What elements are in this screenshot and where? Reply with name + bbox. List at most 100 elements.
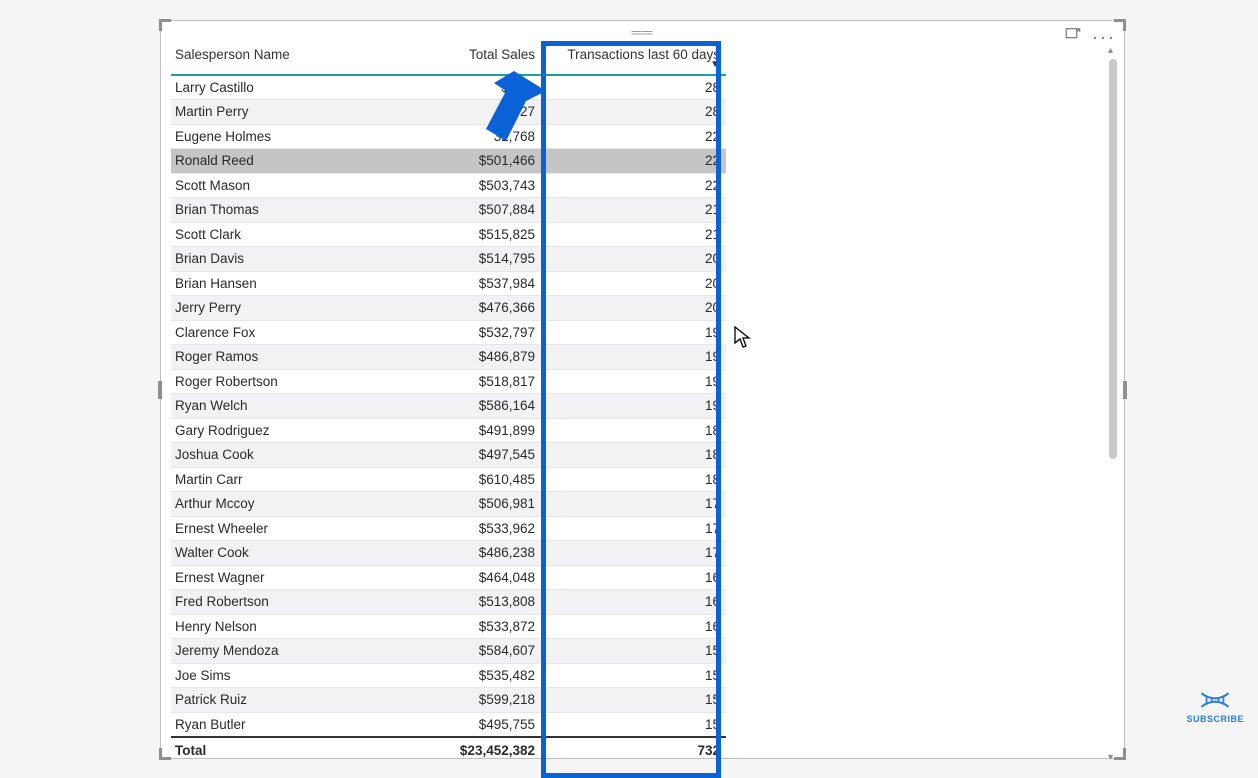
cell-sales[interactable]: $486,879 <box>381 345 541 370</box>
cell-sales[interactable]: $599,218 <box>381 688 541 713</box>
cell-name[interactable]: Jeremy Mendoza <box>171 639 381 664</box>
cell-sales[interactable]: $464,048 <box>381 565 541 590</box>
cell-transactions[interactable]: 15 <box>541 688 726 713</box>
resize-handle-left[interactable] <box>158 381 162 399</box>
cell-sales[interactable]: $486,238 <box>381 541 541 566</box>
cell-transactions[interactable]: 20 <box>541 271 726 296</box>
cell-transactions[interactable]: 20 <box>541 247 726 272</box>
cell-name[interactable]: Scott Mason <box>171 173 381 198</box>
table-row[interactable]: Jeremy Mendoza$584,60715 <box>171 639 726 664</box>
cell-transactions[interactable]: 28 <box>541 100 726 125</box>
cell-sales[interactable]: $533,872 <box>381 614 541 639</box>
cell-name[interactable]: Ronald Reed <box>171 149 381 174</box>
resize-handle-tl[interactable] <box>159 19 171 31</box>
resize-handle-right[interactable] <box>1123 381 1127 399</box>
cell-transactions[interactable]: 18 <box>541 418 726 443</box>
scroll-up-icon[interactable]: ▴ <box>1108 45 1118 55</box>
resize-handle-bl[interactable] <box>159 748 171 760</box>
cell-name[interactable]: Jerry Perry <box>171 296 381 321</box>
cell-transactions[interactable]: 19 <box>541 369 726 394</box>
cell-name[interactable]: Brian Davis <box>171 247 381 272</box>
cell-transactions[interactable]: 19 <box>541 345 726 370</box>
table-row[interactable]: Jerry Perry$476,36620 <box>171 296 726 321</box>
cell-sales[interactable]: $537,984 <box>381 271 541 296</box>
cell-name[interactable]: Fred Robertson <box>171 590 381 615</box>
cell-transactions[interactable]: 17 <box>541 516 726 541</box>
cell-name[interactable]: Roger Robertson <box>171 369 381 394</box>
cell-name[interactable]: Ryan Welch <box>171 394 381 419</box>
cell-transactions[interactable]: 15 <box>541 639 726 664</box>
table-row[interactable]: Walter Cook$486,23817 <box>171 541 726 566</box>
cell-sales[interactable]: $503,743 <box>381 173 541 198</box>
table-row[interactable]: Ernest Wagner$464,04816 <box>171 565 726 590</box>
table-row[interactable]: Scott Clark$515,82521 <box>171 222 726 247</box>
table-row[interactable]: Fred Robertson$513,80816 <box>171 590 726 615</box>
cell-sales[interactable]: $501,466 <box>381 149 541 174</box>
table-row[interactable]: Gary Rodriguez$491,89918 <box>171 418 726 443</box>
cell-sales[interactable]: $ 27 <box>381 100 541 125</box>
cell-transactions[interactable]: 17 <box>541 492 726 517</box>
cell-name[interactable]: Larry Castillo <box>171 75 381 100</box>
cell-transactions[interactable]: 18 <box>541 443 726 468</box>
cell-transactions[interactable]: 19 <box>541 394 726 419</box>
table-row[interactable]: Henry Nelson$533,87216 <box>171 614 726 639</box>
cell-sales[interactable]: $513,808 <box>381 590 541 615</box>
cell-name[interactable]: Joe Sims <box>171 663 381 688</box>
cell-transactions[interactable]: 21 <box>541 198 726 223</box>
cell-transactions[interactable]: 16 <box>541 590 726 615</box>
table-row[interactable]: Patrick Ruiz$599,21815 <box>171 688 726 713</box>
cell-name[interactable]: Brian Hansen <box>171 271 381 296</box>
cell-name[interactable]: Brian Thomas <box>171 198 381 223</box>
cell-sales[interactable]: $533,962 <box>381 516 541 541</box>
table-row[interactable]: Roger Ramos$486,87919 <box>171 345 726 370</box>
cell-transactions[interactable]: 28 <box>541 75 726 100</box>
subscribe-badge[interactable]: SUBSCRIBE <box>1186 688 1244 724</box>
cell-name[interactable]: Martin Perry <box>171 100 381 125</box>
table-row[interactable]: Joshua Cook$497,54518 <box>171 443 726 468</box>
cell-transactions[interactable]: 20 <box>541 296 726 321</box>
table-row[interactable]: Brian Davis$514,79520 <box>171 247 726 272</box>
table-row[interactable]: Clarence Fox$532,79719 <box>171 320 726 345</box>
cell-name[interactable]: Ernest Wheeler <box>171 516 381 541</box>
table-row[interactable]: Martin Carr$610,48518 <box>171 467 726 492</box>
table-row[interactable]: Scott Mason$503,74322 <box>171 173 726 198</box>
table-row[interactable]: Brian Hansen$537,98420 <box>171 271 726 296</box>
cell-transactions[interactable]: 17 <box>541 541 726 566</box>
cell-sales[interactable]: $586,164 <box>381 394 541 419</box>
cell-transactions[interactable]: 22 <box>541 149 726 174</box>
column-header-name[interactable]: Salesperson Name <box>171 43 381 75</box>
table-row[interactable]: Ernest Wheeler$533,96217 <box>171 516 726 541</box>
cell-sales[interactable]: $610,485 <box>381 467 541 492</box>
cell-transactions[interactable]: 18 <box>541 467 726 492</box>
cell-name[interactable]: Gary Rodriguez <box>171 418 381 443</box>
scrollbar-thumb[interactable] <box>1109 59 1117 459</box>
cell-transactions[interactable]: 16 <box>541 614 726 639</box>
cell-name[interactable]: Patrick Ruiz <box>171 688 381 713</box>
table-row[interactable]: Roger Robertson$518,81719 <box>171 369 726 394</box>
table-row[interactable]: Ryan Butler$495,75515 <box>171 712 726 737</box>
cell-sales[interactable]: $483, <box>381 75 541 100</box>
column-header-transactions[interactable]: Transactions last 60 days ▼ <box>541 43 726 75</box>
table-row[interactable]: Martin Perry$ 2728 <box>171 100 726 125</box>
cell-name[interactable]: Clarence Fox <box>171 320 381 345</box>
cell-sales[interactable]: $491,899 <box>381 418 541 443</box>
cell-name[interactable]: Roger Ramos <box>171 345 381 370</box>
cell-name[interactable]: Scott Clark <box>171 222 381 247</box>
cell-sales[interactable]: $476,366 <box>381 296 541 321</box>
cell-transactions[interactable]: 19 <box>541 320 726 345</box>
column-header-sales[interactable]: Total Sales <box>381 43 541 75</box>
table-row[interactable]: Ryan Welch$586,16419 <box>171 394 726 419</box>
table-row[interactable]: Joe Sims$535,48215 <box>171 663 726 688</box>
cell-sales[interactable]: $518,817 <box>381 369 541 394</box>
table-visual-frame[interactable]: ══ ··· Salesperson Name Total Sales Tran… <box>160 20 1125 759</box>
cell-transactions[interactable]: 21 <box>541 222 726 247</box>
cell-sales[interactable]: $497,545 <box>381 443 541 468</box>
cell-sales[interactable]: $532,797 <box>381 320 541 345</box>
cell-sales[interactable]: $514,795 <box>381 247 541 272</box>
cell-name[interactable]: Walter Cook <box>171 541 381 566</box>
table-row[interactable]: Larry Castillo$483, 28 <box>171 75 726 100</box>
table-row[interactable]: Eugene Holmes32,76822 <box>171 124 726 149</box>
cell-sales[interactable]: $507,884 <box>381 198 541 223</box>
cell-transactions[interactable]: 15 <box>541 663 726 688</box>
cell-sales[interactable]: $584,607 <box>381 639 541 664</box>
